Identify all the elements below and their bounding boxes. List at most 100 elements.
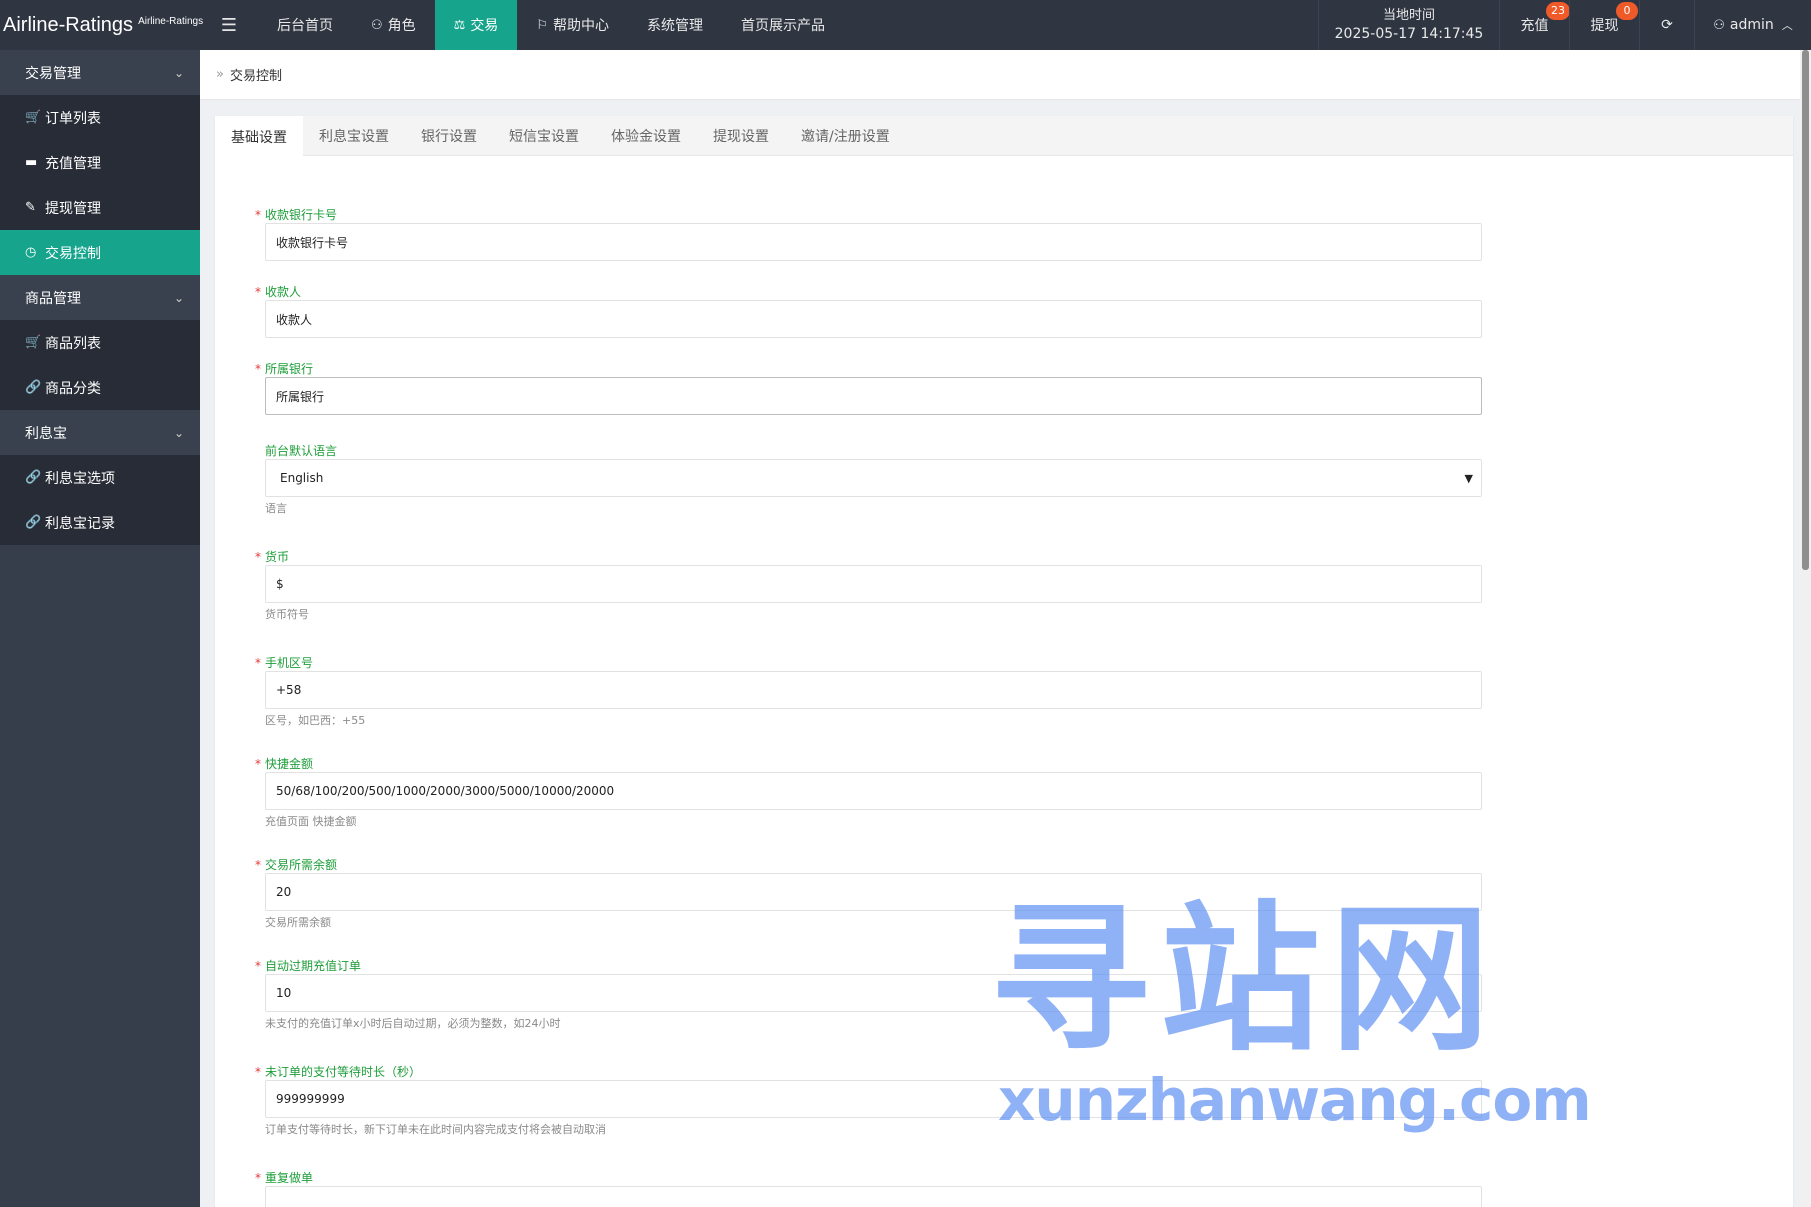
nav-item-label: 首页展示产品 [740, 18, 825, 34]
dashboard-icon: ◷ [25, 245, 37, 260]
nav-item-home[interactable]: 后台首页 [258, 0, 352, 50]
page-scrollbar[interactable] [1800, 50, 1811, 1207]
tab-trial[interactable]: 体验金设置 [595, 116, 697, 155]
payee-input[interactable]: 收款人 [265, 300, 1482, 338]
sidebar-item-label: 利息宝记录 [45, 515, 115, 532]
field-language: 前台默认语言 English ▼ 语言 [255, 443, 1498, 516]
field-help: 充值页面 快捷金额 [265, 815, 357, 828]
field-label: 交易所需余额 [265, 858, 338, 872]
tab-invite[interactable]: 邀请/注册设置 [785, 116, 906, 155]
currency-input[interactable]: $ [265, 565, 1482, 603]
user-name: admin [1729, 17, 1774, 33]
field-help: 交易所需余额 [265, 916, 331, 929]
field-label: 手机区号 [265, 656, 314, 670]
brand[interactable]: Airline-Ratings Airline-Ratings [0, 0, 203, 50]
sidebar-group-trade[interactable]: 交易管理 ⌄ [0, 50, 200, 95]
wait-time-input[interactable]: 999999999 [265, 1080, 1482, 1118]
field-repeat-order: * 重复做单 [255, 1170, 1498, 1207]
language-select-value: English [280, 471, 324, 485]
local-time-label: 当地时间 [1382, 8, 1435, 23]
field-label: 自动过期充值订单 [265, 959, 362, 973]
chevron-up-icon: ︿ [1781, 19, 1793, 32]
sidebar-item-label: 商品分类 [45, 380, 101, 397]
cart-icon: 🛒 [25, 335, 42, 350]
field-help: 未支付的充值订单x小时后自动过期，必须为整数，如24小时 [265, 1017, 561, 1030]
brand-name: Airline-Ratings [3, 13, 134, 36]
nav-item-home-products[interactable]: 首页展示产品 [722, 0, 844, 50]
sidebar-item-label: 交易控制 [45, 245, 101, 262]
field-required-balance: * 交易所需余额 20 交易所需余额 [255, 857, 1498, 930]
required-balance-input[interactable]: 20 [265, 873, 1482, 911]
chevron-down-icon: ⌄ [173, 425, 184, 440]
sidebar-item-trade-control[interactable]: ◷ 交易控制 [0, 230, 200, 275]
scrollbar-thumb[interactable] [1802, 50, 1809, 570]
sidebar-item-orders[interactable]: 🛒 订单列表 [0, 95, 200, 140]
field-help: 区号，如巴西：+55 [265, 714, 366, 727]
nav-item-trade[interactable]: ⚖ 交易 [434, 0, 518, 50]
local-time-value: 2025-05-17 14:17:45 [1334, 26, 1484, 42]
sidebar-item-withdraw[interactable]: ✎ 提现管理 [0, 185, 200, 230]
link-icon: 🔗 [25, 515, 42, 530]
nav-item-label: 后台首页 [277, 18, 333, 34]
sidebar-item-label: 充值管理 [45, 155, 101, 172]
sidebar-group-label: 交易管理 [25, 65, 81, 82]
monitor-icon: ▬ [25, 155, 38, 170]
sidebar-item-interest-options[interactable]: 🔗 利息宝选项 [0, 455, 200, 500]
sidebar-group-goods[interactable]: 商品管理 ⌄ [0, 275, 200, 320]
nav-item-role[interactable]: ⚇ 角色 [352, 0, 435, 50]
recharge-badge: 23 [1546, 2, 1570, 20]
phone-code-input[interactable]: +58 [265, 671, 1482, 709]
field-label: 未订单的支付等待时长（秒） [265, 1065, 422, 1079]
field-bank-card: * 收款银行卡号 收款银行卡号 [255, 207, 1498, 261]
field-wait-time: * 未订单的支付等待时长（秒） 999999999 订单支付等待时长，新下订单未在… [255, 1064, 1498, 1137]
chevron-down-icon: ▼ [1464, 471, 1473, 485]
sidebar: 交易管理 ⌄ 🛒 订单列表 ▬ 充值管理 ✎ 提现管理 ◷ 交易控制 商品管理 … [0, 50, 200, 1207]
sidebar-item-goods-list[interactable]: 🛒 商品列表 [0, 320, 200, 365]
sidebar-group-label: 利息宝 [25, 425, 67, 442]
tab-withdraw[interactable]: 提现设置 [697, 116, 785, 155]
sidebar-group-label: 商品管理 [25, 290, 81, 307]
top-bar: Airline-Ratings Airline-Ratings ☰ 后台首页 ⚇… [0, 0, 1811, 50]
field-label: 重复做单 [265, 1171, 314, 1185]
recharge-button[interactable]: 充值 23 [1499, 0, 1570, 50]
top-right: 当地时间 2025-05-17 14:17:45 充值 23 提现 0 ⟳ ⚇ … [1318, 0, 1811, 50]
auto-expire-input[interactable]: 10 [265, 974, 1482, 1012]
tab-bank[interactable]: 银行设置 [405, 116, 493, 155]
tab-sms[interactable]: 短信宝设置 [493, 116, 595, 155]
field-label: 快捷金额 [265, 757, 314, 771]
tab-interest[interactable]: 利息宝设置 [303, 116, 405, 155]
repeat-order-input[interactable] [265, 1186, 1482, 1207]
quick-amount-input[interactable]: 50/68/100/200/500/1000/2000/3000/5000/10… [265, 772, 1482, 810]
field-bank: * 所属银行 所属银行 [255, 361, 1498, 415]
menu-toggle-icon[interactable]: ☰ [200, 0, 258, 50]
sidebar-item-label: 订单列表 [45, 110, 101, 127]
main-content: » 交易控制 基础设置 利息宝设置 银行设置 短信宝设置 体验金设置 提现设置 … [200, 50, 1800, 1207]
field-quick-amount: * 快捷金额 50/68/100/200/500/1000/2000/3000/5… [255, 756, 1498, 829]
tab-basic[interactable]: 基础设置 [215, 116, 303, 156]
sidebar-item-recharge[interactable]: ▬ 充值管理 [0, 140, 200, 185]
withdraw-button[interactable]: 提现 0 [1569, 0, 1639, 50]
cart-icon: 🛒 [25, 110, 42, 125]
hammer-icon: ✎ [25, 200, 36, 215]
sidebar-item-goods-category[interactable]: 🔗 商品分类 [0, 365, 200, 410]
sidebar-item-interest-records[interactable]: 🔗 利息宝记录 [0, 500, 200, 545]
sidebar-group-interest[interactable]: 利息宝 ⌄ [0, 410, 200, 455]
withdraw-badge: 0 [1616, 2, 1638, 20]
user-menu[interactable]: ⚇ admin ︿ [1694, 0, 1811, 50]
language-select[interactable]: English ▼ [265, 459, 1482, 497]
tab-bar: 基础设置 利息宝设置 银行设置 短信宝设置 体验金设置 提现设置 邀请/注册设置 [215, 116, 1793, 156]
nav-item-help[interactable]: ⚐ 帮助中心 [517, 0, 628, 50]
field-label: 收款人 [265, 285, 302, 299]
nav-item-system[interactable]: 系统管理 [628, 0, 722, 50]
field-auto-expire: * 自动过期充值订单 10 未支付的充值订单x小时后自动过期，必须为整数，如24小… [255, 958, 1498, 1031]
field-payee: * 收款人 收款人 [255, 284, 1498, 338]
bank-card-input[interactable]: 收款银行卡号 [265, 223, 1482, 261]
refresh-icon[interactable]: ⟳ [1639, 0, 1694, 50]
user-icon: ⚇ [1713, 17, 1725, 33]
breadcrumb: » 交易控制 [200, 50, 1800, 100]
link-icon: 🔗 [25, 470, 42, 485]
nav-item-label: 系统管理 [646, 18, 703, 34]
field-currency: * 货币 $ 货币符号 [255, 549, 1498, 622]
field-help: 货币符号 [265, 608, 309, 621]
bank-input[interactable]: 所属银行 [265, 377, 1482, 415]
